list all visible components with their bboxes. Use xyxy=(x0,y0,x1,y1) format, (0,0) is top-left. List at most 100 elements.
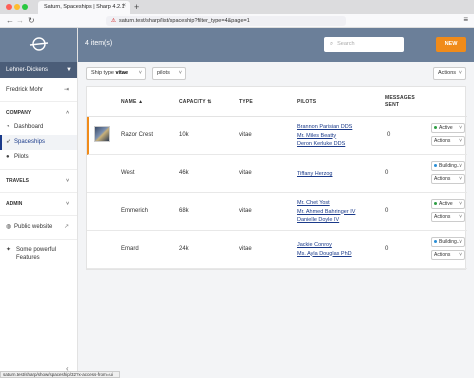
reload-icon[interactable]: ↻ xyxy=(28,16,35,26)
ship-type-filter[interactable]: Ship type vitae ˅ xyxy=(86,67,146,80)
row-messages: 0 xyxy=(385,246,389,252)
sidebar: Lehner-Dickens ▼ Fredrick Mohr ⇥ COMPANY… xyxy=(0,28,78,378)
column-name[interactable]: NAME ▲ xyxy=(121,99,143,105)
chevron-down-icon: ˅ xyxy=(458,70,462,76)
window-close-button[interactable] xyxy=(6,4,12,10)
divider xyxy=(0,192,77,193)
saturn-logo-icon[interactable] xyxy=(29,34,49,54)
dashboard-icon: ◔ xyxy=(6,124,10,130)
browser-nav-bar: ← → ↻ ⚠ saturn.test/sharp/list/spaceship?… xyxy=(0,14,474,28)
account-selector[interactable]: Lehner-Dickens ▼ xyxy=(0,62,77,78)
browser-status-bar: saturn.test/sharp/show/spaceship/32?x-ac… xyxy=(0,371,120,378)
row-actions-dropdown[interactable]: Actions ˅ xyxy=(431,250,465,260)
row-actions-dropdown[interactable]: Actions ˅ xyxy=(431,212,465,222)
forward-arrow-icon[interactable]: → xyxy=(16,16,24,26)
column-type: TYPE xyxy=(239,99,253,105)
user-row: Fredrick Mohr ⇥ xyxy=(0,78,77,102)
row-actions-dropdown[interactable]: Actions ˅ xyxy=(431,136,465,146)
chevron-down-icon: ˅ xyxy=(459,239,462,245)
pilots-filter-label: pilots xyxy=(157,70,170,76)
table-row[interactable]: Razor Crest 10k vitae Brannon Parisian D… xyxy=(87,117,467,155)
state-dropdown[interactable]: Building... ˅ xyxy=(431,161,465,171)
state-label: Active xyxy=(439,201,453,207)
sidebar-item-spaceships[interactable]: ➶ Spaceships xyxy=(0,135,77,150)
row-pilots: Tiffany Herzog xyxy=(297,170,332,179)
browser-tab[interactable]: Saturn, Spaceships | Sharp 4.2.1 × xyxy=(38,1,130,14)
table-row[interactable]: West 46k vitae Tiffany Herzog 0 Building… xyxy=(87,155,467,193)
rocket-icon: ➶ xyxy=(6,139,12,145)
pilot-link[interactable]: Ms. Ayla Douglas PhD xyxy=(297,250,352,259)
chevron-down-icon: ˅ xyxy=(459,163,462,169)
url-text: saturn.test/sharp/list/spaceship?filter_… xyxy=(118,18,250,24)
row-actions-label: Actions xyxy=(434,214,451,220)
section-travels[interactable]: TRAVELS ˅ xyxy=(0,174,77,188)
row-type: vitae xyxy=(239,170,252,176)
column-capacity-label: CAPACITY xyxy=(179,99,206,105)
pilot-link[interactable]: Mr. Ahmed Bahringer IV xyxy=(297,208,355,217)
row-actions-label: Actions xyxy=(434,138,451,144)
chevron-down-icon: ˅ xyxy=(459,252,462,258)
window-maximize-button[interactable] xyxy=(22,4,28,10)
table-row[interactable]: Emard 24k vitae Jackie Conroy Ms. Ayla D… xyxy=(87,231,467,269)
actions-dropdown[interactable]: Actions ˅ xyxy=(433,67,466,80)
tab-close-icon[interactable]: × xyxy=(122,3,126,9)
sort-asc-icon: ▲ xyxy=(138,99,144,105)
state-dropdown[interactable]: Building... ˅ xyxy=(431,237,465,247)
column-capacity[interactable]: CAPACITY ⇅ xyxy=(179,99,212,105)
external-link-icon: ↗ xyxy=(63,224,69,230)
state-label: Building... xyxy=(439,163,461,169)
sidebar-item-dashboard[interactable]: ◔ Dashboard xyxy=(0,120,77,135)
sidebar-item-public-website[interactable]: ◍ Public website ↗ xyxy=(0,220,77,235)
sidebar-item-pilots[interactable]: ● Pilots xyxy=(0,150,77,165)
chevron-down-icon: ˅ xyxy=(66,178,69,184)
chevron-down-icon: ˅ xyxy=(459,125,462,131)
row-capacity: 10k xyxy=(179,132,189,138)
sidebar-item-features[interactable]: ✦ Some powerful Features xyxy=(0,244,77,262)
browser-menu-icon[interactable]: ≡ xyxy=(463,15,468,24)
row-actions-label: Actions xyxy=(434,176,451,182)
pilot-link[interactable]: Tiffany Herzog xyxy=(297,170,332,179)
state-dot-icon xyxy=(434,202,437,206)
account-name: Lehner-Dickens xyxy=(6,67,49,73)
url-bar[interactable]: ⚠ saturn.test/sharp/list/spaceship?filter… xyxy=(106,16,346,26)
state-dropdown[interactable]: Active ˅ xyxy=(431,123,465,133)
state-label: Active xyxy=(439,125,453,131)
chevron-down-icon: ▼ xyxy=(66,67,72,73)
state-dot-icon xyxy=(434,164,437,168)
pilot-link[interactable]: Danielle Doyle IV xyxy=(297,216,355,225)
divider xyxy=(0,169,77,170)
logout-icon[interactable]: ⇥ xyxy=(64,78,69,102)
column-pilots: PILOTS xyxy=(297,99,317,105)
row-pilots: Brannon Parisian DDS Mr. Miles Beatty De… xyxy=(297,123,352,149)
state-dot-icon xyxy=(434,240,437,244)
pilot-link[interactable]: Jackie Conroy xyxy=(297,241,352,250)
row-capacity: 68k xyxy=(179,208,189,214)
sidebar-item-label: Pilots xyxy=(14,154,29,160)
pilot-link[interactable]: Mr. Miles Beatty xyxy=(297,132,352,141)
row-type: vitae xyxy=(239,208,252,214)
search-placeholder: Search xyxy=(337,41,355,47)
window-minimize-button[interactable] xyxy=(14,4,20,10)
row-pilots: Jackie Conroy Ms. Ayla Douglas PhD xyxy=(297,241,352,258)
back-arrow-icon[interactable]: ← xyxy=(6,16,14,26)
item-count: 4 item(s) xyxy=(85,40,113,47)
insecure-lock-icon: ⚠ xyxy=(111,18,116,24)
table-row[interactable]: Emmerich 68k vitae Mr. Chet Yost Mr. Ahm… xyxy=(87,193,467,231)
new-button[interactable]: NEW xyxy=(436,37,466,52)
search-icon: ⌕ xyxy=(330,41,334,47)
brand-header xyxy=(0,28,77,62)
pilots-filter[interactable]: pilots ˅ xyxy=(152,67,186,80)
tab-title: Saturn, Spaceships | Sharp 4.2.1 xyxy=(44,4,125,10)
chevron-down-icon: ˅ xyxy=(178,70,182,76)
pilot-link[interactable]: Mr. Chet Yost xyxy=(297,199,355,208)
state-dropdown[interactable]: Active ˅ xyxy=(431,199,465,209)
section-admin[interactable]: ADMIN ˅ xyxy=(0,197,77,211)
pilot-link[interactable]: Brannon Parisian DDS xyxy=(297,123,352,132)
new-tab-icon[interactable]: + xyxy=(134,2,139,12)
spaceship-table: NAME ▲ CAPACITY ⇅ TYPE PILOTS MESSAGES S… xyxy=(86,86,467,270)
row-actions-dropdown[interactable]: Actions ˅ xyxy=(431,174,465,184)
search-input[interactable]: ⌕ Search xyxy=(324,37,404,52)
chevron-down-icon: ˅ xyxy=(66,201,69,207)
pilot-link[interactable]: Deron Kerluke DDS xyxy=(297,140,352,149)
section-company[interactable]: COMPANY ˄ xyxy=(0,106,77,120)
